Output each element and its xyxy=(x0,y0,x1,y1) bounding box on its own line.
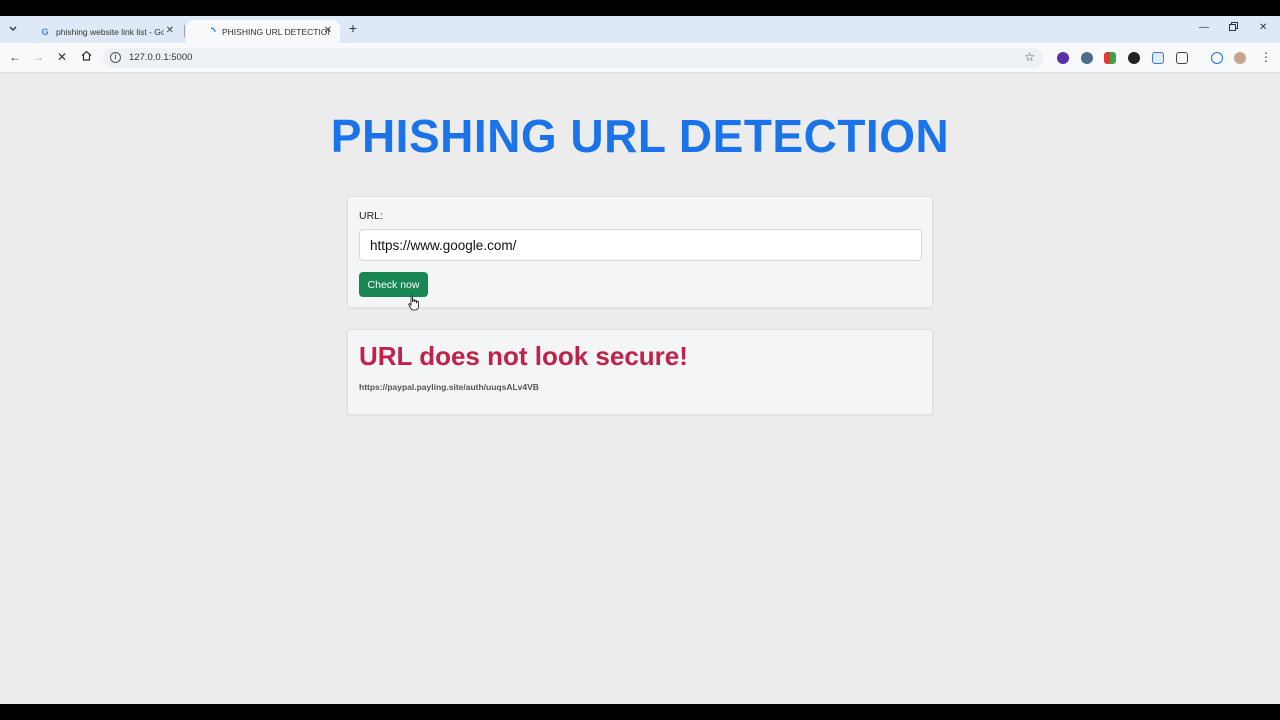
url-label: URL: xyxy=(359,210,383,222)
check-now-button[interactable]: Check now xyxy=(359,272,428,297)
close-window-icon[interactable]: ✕ xyxy=(1259,22,1267,33)
tab-phishing-detection[interactable]: PHISHING URL DETECTION ✕ xyxy=(186,20,340,43)
bookmark-star-icon[interactable]: ☆ xyxy=(1024,50,1035,64)
google-icon: G xyxy=(41,26,49,37)
extension-icon[interactable] xyxy=(1057,52,1069,64)
page-title: PHISHING URL DETECTION xyxy=(330,110,950,162)
tab-strip: G phishing website link list - Goo ✕ PHI… xyxy=(0,16,1280,43)
result-message: URL does not look secure! xyxy=(359,341,688,371)
home-icon[interactable] xyxy=(78,50,94,64)
loading-icon xyxy=(206,26,216,37)
download-icon[interactable] xyxy=(1211,52,1223,64)
result-card: URL does not look secure! https://paypal… xyxy=(347,329,933,415)
url-form-card: URL: Check now xyxy=(347,196,933,308)
stop-loading-icon[interactable]: ✕ xyxy=(54,50,70,64)
minimize-icon[interactable]: — xyxy=(1199,22,1209,33)
close-icon[interactable]: ✕ xyxy=(324,25,332,36)
site-info-icon[interactable]: i xyxy=(110,52,121,63)
extensions-puzzle-icon[interactable] xyxy=(1176,52,1188,64)
new-tab-button[interactable]: + xyxy=(346,20,360,36)
close-icon[interactable]: ✕ xyxy=(166,25,174,36)
extension-icon[interactable] xyxy=(1152,52,1164,64)
extension-icon[interactable] xyxy=(1081,52,1093,64)
avatar[interactable] xyxy=(1234,52,1246,64)
browser-toolbar: ← → ✕ i 127.0.0.1:5000 ☆ ⋮ xyxy=(0,43,1280,73)
tab-google-search[interactable]: G phishing website link list - Goo ✕ xyxy=(26,20,182,43)
url-input[interactable] xyxy=(359,229,922,261)
tab-title: PHISHING URL DETECTION xyxy=(222,26,330,37)
result-url: https://paypal.payling.site/auth/uuqsALv… xyxy=(359,382,539,392)
address-text[interactable]: 127.0.0.1:5000 xyxy=(129,52,192,63)
forward-icon[interactable]: → xyxy=(30,50,46,64)
extension-icon[interactable] xyxy=(1104,52,1116,64)
menu-dots-icon[interactable]: ⋮ xyxy=(1258,50,1274,64)
chevron-down-icon xyxy=(9,26,17,31)
tab-title: phishing website link list - Goo xyxy=(56,26,164,37)
tab-separator xyxy=(184,25,185,37)
browser-window: G phishing website link list - Goo ✕ PHI… xyxy=(0,16,1280,704)
address-bar[interactable]: i 127.0.0.1:5000 ☆ xyxy=(103,48,1043,68)
tab-search-button[interactable] xyxy=(5,21,21,37)
back-icon[interactable]: ← xyxy=(7,50,23,64)
hand-cursor-icon xyxy=(408,295,419,311)
restore-icon[interactable] xyxy=(1229,22,1238,34)
extension-icon[interactable] xyxy=(1128,52,1140,64)
